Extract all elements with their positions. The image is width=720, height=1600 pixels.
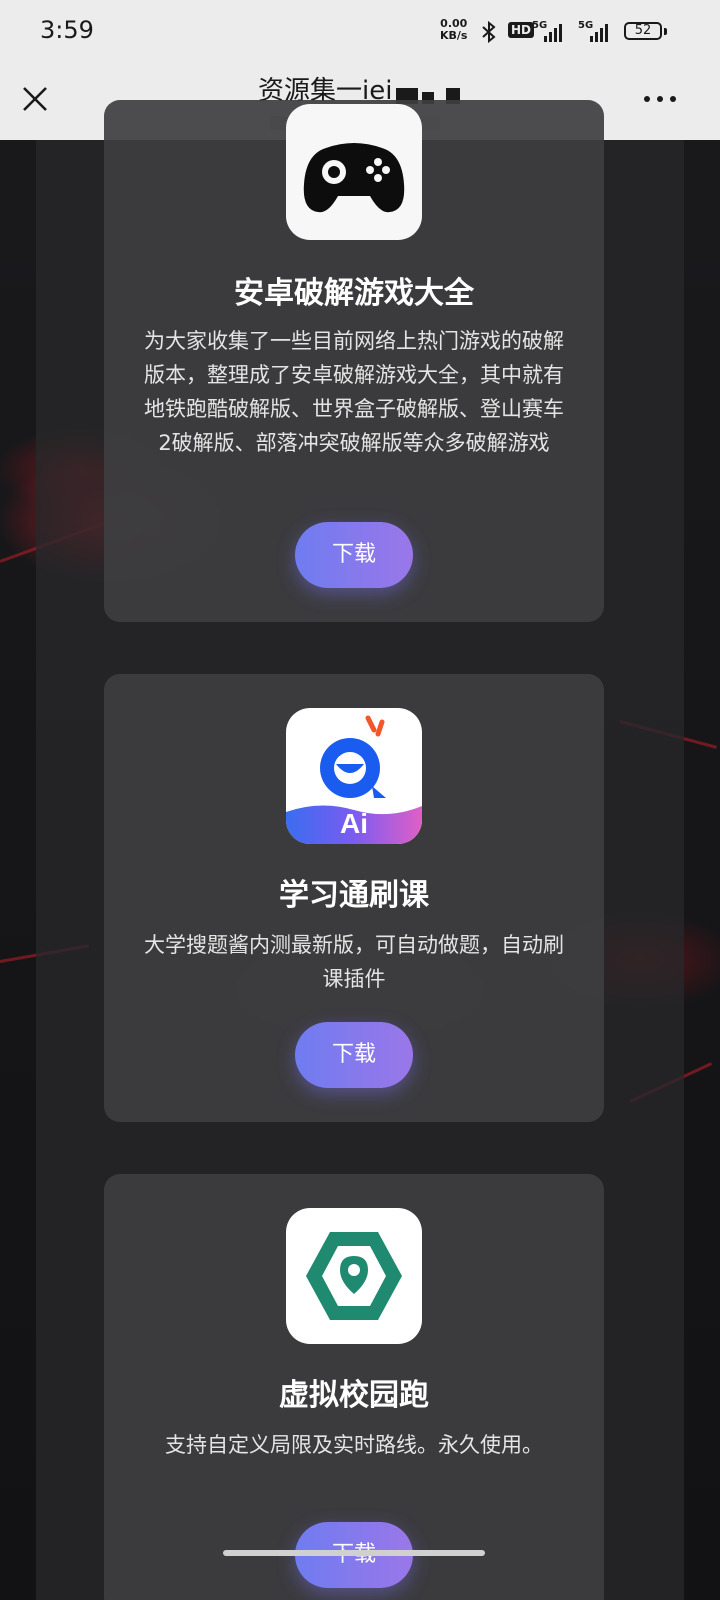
close-button[interactable] — [18, 82, 52, 116]
more-dot-icon — [657, 96, 663, 102]
download-button[interactable]: 下载 — [295, 522, 413, 588]
resource-card: 虚拟校园跑 支持自定义局限及实时路线。永久使用。 下载 — [104, 1174, 604, 1600]
gamepad-icon — [303, 143, 405, 213]
signal-strength-2: 5G — [578, 20, 614, 44]
ai-badge-text: Ai — [340, 808, 368, 839]
hd-badge: HD — [508, 22, 535, 38]
more-dot-icon — [670, 96, 676, 102]
location-pin-hexagon-icon — [306, 1232, 402, 1320]
card-title: 学习通刷课 — [279, 878, 429, 913]
card-icon-tile — [286, 104, 422, 240]
home-indicator[interactable] — [223, 1550, 485, 1556]
net-speed-unit: KB/s — [440, 29, 468, 42]
battery-tip — [664, 28, 667, 35]
status-bar: 3:59 0.00 KB/s HD 5G 5G 52 — [0, 0, 720, 62]
close-icon — [23, 87, 47, 111]
card-title: 虚拟校园跑 — [279, 1378, 429, 1413]
card-description: 为大家收集了一些目前网络上热门游戏的破解版本，整理成了安卓破解游戏大全，其中就有… — [144, 329, 564, 455]
resource-card: 安卓破解游戏大全 为大家收集了一些目前网络上热门游戏的破解版本，整理成了安卓破解… — [104, 100, 604, 622]
resource-card: Ai 学习通刷课 大学搜题酱内测最新版，可自动做题，自动刷课插件 下载 — [104, 674, 604, 1122]
more-options-button[interactable] — [640, 88, 680, 108]
card-icon-tile — [286, 1208, 422, 1344]
net-speed: 0.00 KB/s — [440, 18, 467, 42]
status-time: 3:59 — [40, 16, 94, 44]
signal-strength-1: 5G — [532, 20, 568, 44]
more-dot-icon — [644, 96, 650, 102]
signal-2-label: 5G — [578, 20, 594, 31]
battery-indicator: 52 — [624, 22, 662, 40]
card-icon-tile: Ai — [286, 708, 422, 844]
card-description: 大学搜题酱内测最新版，可自动做题，自动刷课插件 — [144, 933, 564, 991]
download-button[interactable]: 下载 — [295, 1022, 413, 1088]
signal-1-label: 5G — [532, 20, 548, 31]
card-title: 安卓破解游戏大全 — [234, 276, 474, 311]
bluetooth-icon — [482, 20, 496, 44]
card-description: 支持自定义局限及实时路线。永久使用。 — [165, 1433, 543, 1457]
